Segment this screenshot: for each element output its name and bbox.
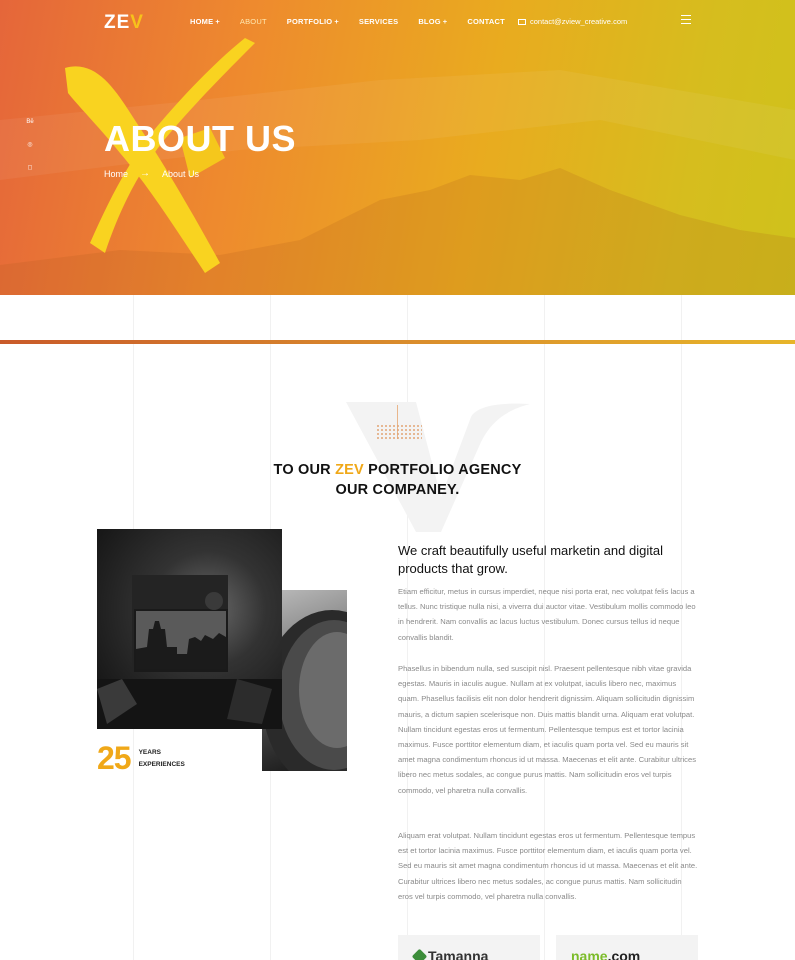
nav-portfolio[interactable]: PORTFOLIO + (287, 17, 339, 26)
nav-about[interactable]: ABOUT (240, 17, 267, 26)
partner-logo-text: Tamanna (428, 948, 489, 960)
hero-banner: ZEV HOME + ABOUT PORTFOLIO + SERVICES BLOG… (0, 0, 795, 295)
nav-blog[interactable]: BLOG + (418, 17, 447, 26)
gradient-divider (0, 340, 795, 344)
social-links: Bē ◎ ◻ (26, 118, 34, 187)
paragraph-1: Etiam efficitur, metus in cursus imperdi… (398, 587, 696, 642)
experience-badge: 25 YEARS EXPERIENCES (97, 740, 185, 777)
years-label: YEARS EXPERIENCES (138, 748, 185, 768)
behance-icon[interactable]: Bē (26, 118, 34, 126)
site-logo[interactable]: ZEV (104, 12, 144, 34)
instagram-icon[interactable]: ◻ (26, 164, 34, 172)
section-title: TO OUR ZEV PORTFOLIO AGENCY OUR COMPANEY… (273, 462, 522, 498)
breadcrumb-current: About Us (162, 168, 200, 179)
years-number: 25 (97, 740, 132, 776)
camera-lens-photo (97, 575, 282, 729)
nav-services[interactable]: SERVICES (359, 17, 398, 26)
main-nav: HOME + ABOUT PORTFOLIO + SERVICES BLOG + CO… (190, 17, 525, 26)
leaf-icon (411, 948, 428, 960)
email-text: contact@zview_creative.com (530, 17, 628, 26)
paragraph-2: Phasellus in bibendum nulla, sed suscipi… (398, 664, 696, 795)
breadcrumb: Home → About Us (104, 168, 199, 179)
about-image-main (97, 529, 282, 729)
email-link[interactable]: contact@zview_creative.com (518, 17, 627, 26)
page-title: ABOUT US (104, 118, 296, 159)
paragraph-3: Aliquam erat volutpat. Nullam tincidunt … (398, 831, 698, 901)
arrow-right-icon: → (140, 168, 151, 179)
dribbble-icon[interactable]: ◎ (26, 141, 34, 149)
nav-home[interactable]: HOME + (190, 17, 220, 26)
logo-accent: V (130, 12, 144, 33)
menu-icon[interactable] (681, 15, 691, 27)
nav-contact[interactable]: CONTACT (467, 17, 505, 26)
breadcrumb-home[interactable]: Home (104, 169, 128, 179)
lead-text: We craft beautifully useful marketin and… (398, 543, 663, 576)
dot-pattern (376, 424, 422, 440)
envelope-icon (518, 18, 526, 25)
partner-card-namecom[interactable]: name.com (556, 935, 698, 960)
partner-logo-text: name.com (571, 948, 641, 960)
partner-card-tamanna[interactable]: Tamanna (398, 935, 540, 960)
logo-text: ZE (104, 12, 131, 33)
